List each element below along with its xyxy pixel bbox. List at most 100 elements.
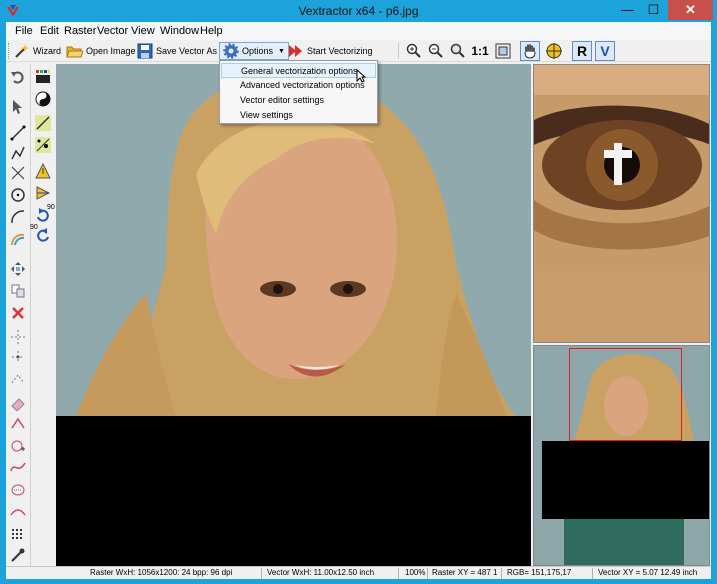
triangle-warning-icon (35, 163, 51, 179)
ellipse-node-icon (11, 484, 25, 496)
corner-tool[interactable] (9, 414, 27, 432)
despeckle-tool[interactable] (34, 136, 52, 154)
menu-view-settings[interactable]: View settings (240, 108, 293, 123)
rotate-ccw-90-tool[interactable]: 90 (30, 224, 52, 244)
arc-tool[interactable] (9, 208, 27, 226)
target-tool-button[interactable] (544, 41, 564, 61)
menu-bar: File Edit Raster Vector View Window Help (6, 22, 711, 40)
raster-r-icon: R (576, 43, 588, 59)
contrast-tool[interactable] (34, 90, 52, 108)
floppy-disk-icon (137, 43, 153, 59)
rotate-cw-90-tool[interactable]: 90 (34, 204, 55, 224)
menu-window[interactable]: Window (160, 25, 199, 37)
line-tool[interactable] (9, 124, 27, 142)
undo-tool[interactable] (9, 68, 27, 86)
circle-tool[interactable] (9, 186, 27, 204)
zoom-out-button[interactable] (426, 41, 446, 61)
status-vector-size: Vector WxH: 11.00x12.50 inch (267, 568, 375, 577)
copy-tool[interactable] (9, 282, 27, 300)
node-add-tool[interactable] (9, 328, 27, 346)
raster-canvas[interactable] (56, 64, 531, 566)
client-area: File Edit Raster Vector View Window Help… (6, 22, 711, 579)
toolbar-grip[interactable] (8, 43, 11, 59)
menu-advanced-vectorization-options[interactable]: Advanced vectorization options (240, 78, 365, 93)
wizard-button[interactable]: Wizard (14, 42, 61, 60)
add-curve-tool[interactable] (9, 436, 27, 454)
rotate-ccw-90-label: 90 (30, 224, 38, 231)
minimize-button[interactable]: — (615, 0, 640, 20)
polyline-tool[interactable] (9, 144, 27, 162)
magnified-eye-image (534, 65, 709, 342)
smooth-line-icon (10, 509, 26, 516)
grid-dots-icon (12, 529, 22, 539)
menu-help[interactable]: Help (200, 25, 223, 37)
select-tool[interactable] (9, 98, 27, 116)
delete-x-icon (12, 307, 24, 319)
move-tool[interactable] (9, 260, 27, 278)
zoom-window-button[interactable] (493, 41, 513, 61)
node-move-tool[interactable] (9, 348, 27, 366)
intersect-tool[interactable] (9, 164, 27, 182)
zoom-in-button[interactable] (404, 41, 424, 61)
rainbow-arc-icon (10, 233, 25, 246)
node-select-tool[interactable] (9, 370, 27, 388)
menu-vector-editor-settings[interactable]: Vector editor settings (240, 93, 324, 108)
yin-yang-contrast-icon (35, 91, 51, 107)
crosshair-target-icon (546, 43, 562, 59)
close-button[interactable]: ✕ (668, 0, 713, 20)
nodes-dotted-icon (11, 330, 25, 344)
zoom-out-icon (428, 43, 443, 58)
eyedropper-icon (11, 548, 25, 562)
status-separator (261, 568, 262, 579)
eyedropper-tool[interactable] (9, 546, 27, 564)
arrow-pointer-icon (13, 100, 22, 114)
diagonal-pen-icon (35, 115, 51, 131)
ellipse-node-tool[interactable] (9, 480, 27, 498)
flip-tool[interactable] (34, 184, 52, 202)
spline-tool[interactable] (9, 458, 27, 476)
wizard-label: Wizard (33, 46, 62, 56)
raster-view-button[interactable]: R (572, 41, 592, 61)
redaction-box (56, 416, 531, 566)
palette-tool[interactable] (34, 68, 52, 86)
open-image-button[interactable]: Open Image (66, 42, 136, 60)
status-separator (501, 568, 502, 579)
menu-edit[interactable]: Edit (40, 25, 59, 37)
zoom-one-to-one-button[interactable]: 1:1 (470, 41, 490, 61)
pan-tool-button[interactable] (520, 41, 540, 61)
hand-icon (524, 44, 536, 59)
move-arrows-icon (11, 262, 25, 276)
menu-file[interactable]: File (15, 25, 33, 37)
polyline-icon (11, 146, 25, 160)
navigator-view-rectangle[interactable] (569, 348, 682, 441)
magnifier-pane (533, 64, 710, 343)
vector-view-button[interactable]: V (595, 41, 615, 61)
eraser-tool[interactable] (9, 394, 27, 412)
menu-general-vectorization-options[interactable]: General vectorization options (221, 63, 376, 78)
menu-vector[interactable]: Vector (97, 25, 128, 37)
zoom-window-icon (495, 43, 511, 59)
zoom-fit-button[interactable] (448, 41, 468, 61)
color-palette-icon (36, 70, 50, 83)
node-move-icon (12, 351, 24, 363)
menu-raster[interactable]: Raster (64, 25, 96, 37)
arc-icon (11, 210, 25, 224)
maximize-button[interactable]: ☐ (641, 0, 666, 20)
smooth-tool[interactable] (9, 502, 27, 520)
triangle-tool[interactable] (34, 162, 52, 180)
edit-tool-palette (6, 64, 31, 566)
open-image-label: Open Image (86, 46, 136, 56)
save-vector-as-button[interactable]: Save Vector As (137, 42, 217, 60)
start-vectorizing-label: Start Vectorizing (307, 46, 373, 56)
line-icon (10, 125, 26, 141)
menu-view[interactable]: View (131, 25, 155, 37)
delete-tool[interactable] (9, 304, 27, 322)
straighten-tool[interactable] (34, 114, 52, 132)
title-bar[interactable]: Vextractor x64 - p6.jpg — ☐ ✕ (0, 0, 717, 22)
status-bar: Raster WxH: 1056x1200: 24 bpp: 96 dpi Ve… (6, 566, 711, 579)
navigator-pane[interactable] (533, 345, 710, 566)
start-vectorizing-button[interactable]: Start Vectorizing (288, 42, 373, 60)
rainbow-tool[interactable] (9, 230, 27, 248)
grid-tool[interactable] (9, 526, 27, 544)
options-button[interactable]: Options ▼ (219, 42, 289, 60)
